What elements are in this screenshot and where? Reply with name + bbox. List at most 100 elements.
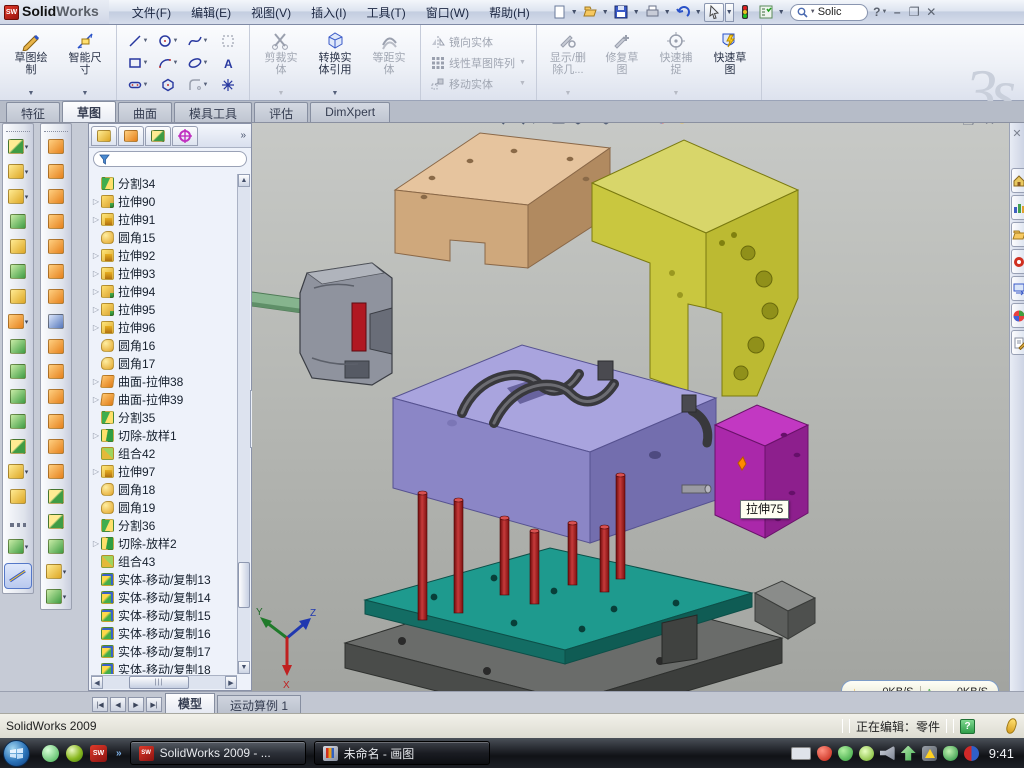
extruded-boss-caret-icon[interactable]: ▾ (25, 168, 29, 176)
planar-surface-button[interactable] (41, 284, 71, 309)
doc-restore-button[interactable]: ❐ (962, 123, 974, 129)
messenger-icon[interactable] (42, 745, 59, 762)
lofted-surface-button[interactable] (41, 209, 71, 234)
fillet-caret-icon[interactable]: ▾ (25, 193, 29, 201)
expand-arrow-icon[interactable]: ▷ (91, 539, 101, 548)
design-checker-caret-icon[interactable]: ▼ (777, 3, 786, 22)
menu-window[interactable]: 窗口(W) (417, 2, 478, 23)
arc-caret-icon[interactable]: ▼ (173, 60, 179, 66)
sketch-fillet-caret-icon[interactable]: ▼ (203, 82, 209, 88)
sketch-draw-button[interactable]: 草图绘 制▼ (4, 28, 58, 98)
tab-评估[interactable]: 评估 (254, 102, 308, 122)
apply-scene-button[interactable]: ▼ (674, 123, 699, 127)
scroll-down-icon[interactable]: ▼ (238, 661, 250, 674)
solidworks-resources-tab[interactable] (1011, 168, 1024, 193)
mirror-feature-button[interactable] (3, 334, 33, 359)
spline-button[interactable]: ▼ (183, 30, 213, 52)
reference-plane-button[interactable] (3, 484, 33, 509)
convert-entities-button[interactable]: 转换实 体引用▼ (308, 28, 362, 98)
tree-horizontal-scrollbar[interactable]: ◀ ||| ▶ (91, 675, 237, 689)
scroll-up-icon[interactable]: ▲ (238, 174, 250, 187)
solidworks-shortcut-icon[interactable]: SW (90, 745, 107, 762)
tree-item[interactable]: ▷拉伸96 (91, 318, 237, 336)
point-button[interactable] (213, 74, 243, 96)
toolbar-drag-handle[interactable] (44, 125, 68, 132)
restore-button[interactable]: ❐ (906, 4, 923, 21)
search-caret-icon[interactable]: ▼ (810, 9, 816, 15)
lofted-boss-button[interactable] (3, 234, 33, 259)
text-button[interactable]: A (213, 52, 243, 74)
tree-item[interactable]: ▷切除-放样1 (91, 426, 237, 444)
expand-arrow-icon[interactable]: ▷ (91, 215, 101, 224)
quick-tips-icon[interactable]: ? (960, 719, 975, 734)
tab-model[interactable]: 模型 (165, 693, 215, 713)
print-caret-icon[interactable]: ▼ (663, 3, 672, 22)
select-box-button[interactable] (213, 30, 243, 52)
tree-item[interactable]: ▷拉伸91 (91, 210, 237, 228)
spline-curve-caret-icon[interactable]: ▾ (63, 593, 67, 601)
menu-edit[interactable]: 编辑(E) (182, 2, 240, 23)
swept-surface-button[interactable] (41, 134, 71, 159)
help-button[interactable]: ?▼ (872, 4, 889, 21)
save-button[interactable] (611, 3, 631, 22)
tab-草图[interactable]: 草图 (62, 101, 116, 122)
tab-motion-study[interactable]: 运动算例 1 (217, 695, 301, 713)
menu-file[interactable]: 文件(F) (123, 2, 180, 23)
line-button[interactable]: ▼ (123, 30, 153, 52)
spline-caret-icon[interactable]: ▼ (203, 38, 209, 44)
tree-item[interactable]: 实体-移动/复制13 (91, 570, 237, 588)
reference-point2-caret-icon[interactable]: ▾ (63, 568, 67, 576)
input-method-icon[interactable] (791, 747, 811, 760)
propertymanager-tab[interactable] (118, 126, 144, 146)
last-tab-button[interactable]: ▶| (146, 697, 162, 712)
shell-button[interactable] (3, 259, 33, 284)
antivirus-tray-icon[interactable] (817, 746, 832, 761)
polygon-button[interactable] (153, 74, 183, 96)
replace-face-button[interactable] (41, 409, 71, 434)
rectangle-button[interactable]: ▼ (123, 52, 153, 74)
delete-face-button[interactable] (41, 384, 71, 409)
dome-button[interactable] (41, 534, 71, 559)
trim-surface-button[interactable] (41, 459, 71, 484)
open-caret-icon[interactable]: ▼ (601, 3, 610, 22)
zoom-area-button[interactable] (510, 123, 527, 127)
zoom-magnify-button[interactable] (530, 123, 547, 127)
tree-item[interactable]: 实体-移动/复制15 (91, 606, 237, 624)
stoplight-button[interactable] (735, 3, 755, 22)
tree-item[interactable]: 实体-移动/复制16 (91, 624, 237, 642)
smart-dimension-button[interactable]: 智能尺 寸▼ (58, 28, 112, 98)
move-copy-body-button[interactable] (3, 434, 33, 459)
extend-surface-button[interactable] (41, 359, 71, 384)
ellipse-caret-icon[interactable]: ▼ (203, 60, 209, 66)
curve-button[interactable]: ▾ (3, 534, 33, 559)
expand-arrow-icon[interactable]: ▷ (91, 431, 101, 440)
tree-item[interactable]: 圆角16 (91, 336, 237, 354)
offset-surface-button[interactable] (41, 334, 71, 359)
design-library-tab[interactable] (1011, 195, 1024, 220)
menu-tools[interactable]: 工具(T) (357, 2, 414, 23)
new-document-caret-icon[interactable]: ▼ (570, 3, 579, 22)
tree-filter-input[interactable] (93, 151, 247, 167)
expand-arrow-icon[interactable]: ▷ (91, 287, 101, 296)
doc-close-button[interactable]: ✕ (984, 123, 995, 129)
spline-curve-button[interactable]: ▾ (41, 584, 71, 609)
print-button[interactable] (642, 3, 662, 22)
ellipse-button[interactable]: ▼ (183, 52, 213, 74)
menu-help[interactable]: 帮助(H) (480, 2, 539, 23)
taskpane-close-icon[interactable]: ✕ (1010, 127, 1024, 140)
next-tab-button[interactable]: ▶ (128, 697, 144, 712)
start-button[interactable] (3, 740, 30, 767)
sketch-fillet-button[interactable]: ▼ (183, 74, 213, 96)
panel-chevron-icon[interactable]: » (240, 130, 249, 141)
tab-曲面[interactable]: 曲面 (118, 102, 172, 122)
design-checker-button[interactable] (756, 3, 776, 22)
tree-item[interactable]: ▷拉伸92 (91, 246, 237, 264)
firewall-tray-icon[interactable] (838, 746, 853, 761)
tree-item[interactable]: ▷拉伸93 (91, 264, 237, 282)
edit-appearance-button[interactable] (654, 123, 671, 127)
expand-arrow-icon[interactable]: ▷ (91, 305, 101, 314)
tab-特征[interactable]: 特征 (6, 102, 60, 122)
combine-bodies-button[interactable] (3, 409, 33, 434)
support-block[interactable] (662, 615, 697, 664)
launcher-icon[interactable] (66, 745, 83, 762)
